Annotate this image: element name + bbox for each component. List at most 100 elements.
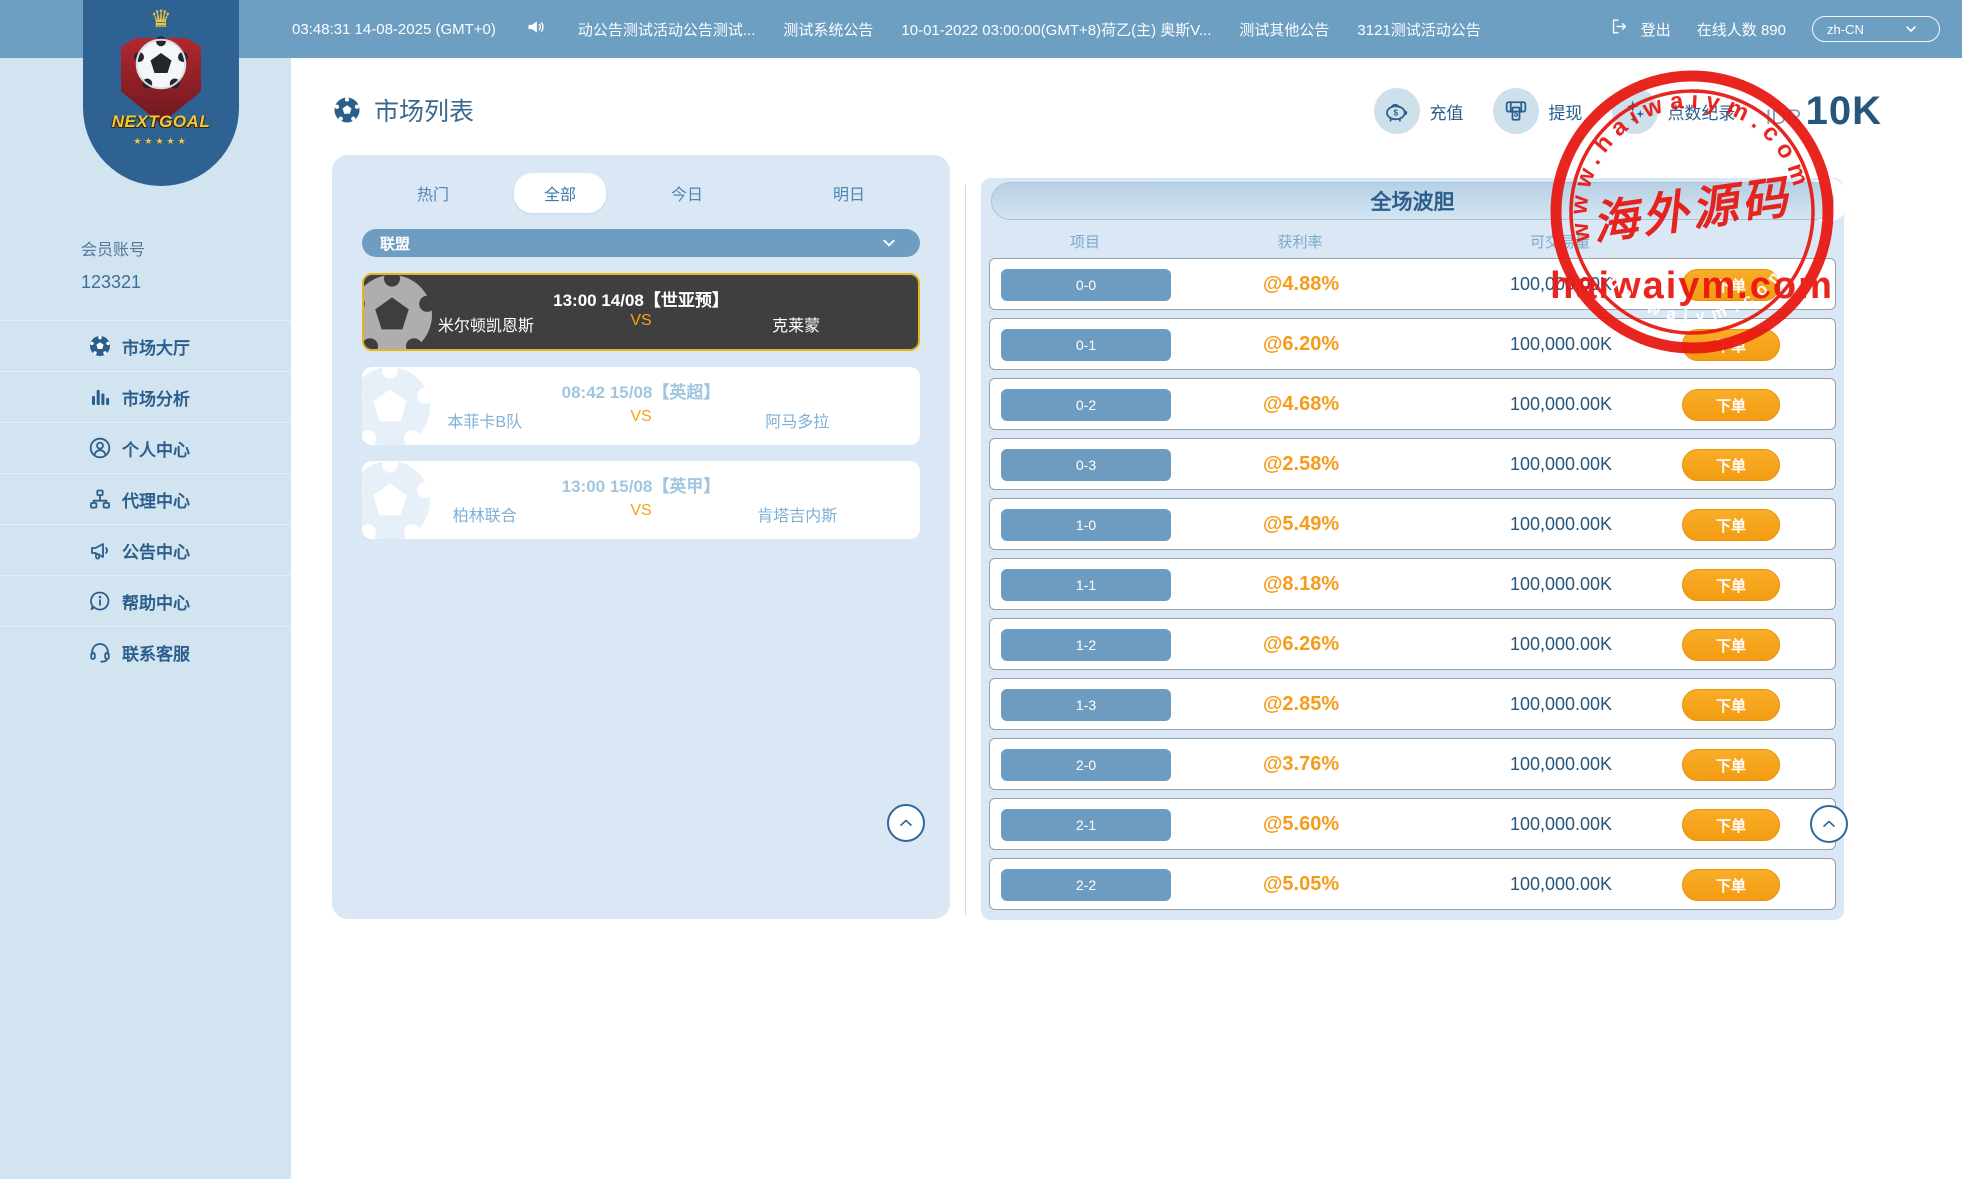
score-pill[interactable]: 1-3: [1001, 689, 1171, 721]
announcement-2[interactable]: 测试系统公告: [783, 19, 873, 40]
balance-amount: 10K: [1806, 89, 1882, 134]
tradable-amount: 100,000.00K: [1510, 634, 1612, 655]
scroll-top-button[interactable]: [1810, 805, 1848, 843]
sidebar-item-personal-center[interactable]: 个人中心: [0, 422, 291, 473]
announcement-3[interactable]: 10-01-2022 03:00:00(GMT+8)荷乙(主) 奥斯V...: [901, 19, 1211, 40]
chevron-down-icon: [882, 236, 906, 250]
odds-row: 1-2 @6.26% 100,000.00K 下单: [989, 618, 1836, 670]
withdraw-button[interactable]: $ 提现: [1493, 88, 1582, 134]
sidebar-item-announcement-center[interactable]: 公告中心: [0, 524, 291, 575]
sidebar-item-label: 联系客服: [122, 640, 190, 665]
sidebar-item-label: 代理中心: [122, 487, 190, 512]
sidebar-item-market-analysis[interactable]: 市场分析: [0, 371, 291, 422]
order-button[interactable]: 下单: [1682, 869, 1780, 901]
page-header: 市场列表 $ 充值 $ 提现 点数纪录 IDR 10K: [291, 84, 1962, 142]
tradable-amount: 100,000.00K: [1510, 514, 1612, 535]
tab-today[interactable]: 今日: [606, 173, 768, 213]
tradable-amount: 100,000.00K: [1510, 274, 1612, 295]
table-column-headers: 项目 获利率 可交易量: [981, 220, 1844, 258]
table-title: 全场波胆: [991, 182, 1834, 220]
withdraw-label: 提现: [1548, 99, 1582, 124]
order-button[interactable]: 下单: [1682, 629, 1780, 661]
match-tabs: 热门 全部 今日 明日: [332, 155, 950, 219]
logout-button[interactable]: 登出: [1610, 17, 1671, 41]
match-card-selected[interactable]: 13:00 14/08【世亚预】 米尔顿凯恩斯 VS 克莱蒙: [362, 273, 920, 351]
match-list-panel: 热门 全部 今日 明日 联盟 13:00 14/08【世亚预】 米尔顿凯恩斯 V…: [332, 155, 950, 919]
order-button[interactable]: 下单: [1682, 749, 1780, 781]
chevron-down-icon: [1905, 23, 1929, 35]
language-value: zh-CN: [1827, 22, 1864, 37]
announcement-5[interactable]: 3121测试活动公告: [1357, 19, 1481, 40]
odds-table-panel: 全场波胆 项目 获利率 可交易量 0-0 @4.88% 100,000.00K …: [981, 178, 1844, 920]
vs-label: VS: [608, 408, 675, 432]
scroll-top-button[interactable]: [887, 804, 925, 842]
column-profit-rate: 获利率: [1277, 231, 1322, 252]
tradable-amount: 100,000.00K: [1510, 454, 1612, 475]
column-item: 项目: [1070, 231, 1100, 252]
score-pill[interactable]: 1-0: [1001, 509, 1171, 541]
match-card[interactable]: 08:42 15/08【英超】 本菲卡B队 VS 阿马多拉: [362, 367, 920, 445]
page-title-text: 市场列表: [374, 92, 474, 128]
order-button[interactable]: 下单: [1682, 389, 1780, 421]
order-button[interactable]: 下单: [1682, 689, 1780, 721]
league-select[interactable]: 联盟: [362, 229, 920, 257]
score-pill[interactable]: 2-0: [1001, 749, 1171, 781]
logo-title: NEXTGOAL: [83, 112, 239, 132]
tab-tomorrow[interactable]: 明日: [768, 173, 930, 213]
score-pill[interactable]: 0-1: [1001, 329, 1171, 361]
atm-withdraw-icon: $: [1493, 88, 1539, 134]
account-label: 会员账号: [81, 236, 145, 260]
sidebar-item-customer-service[interactable]: 联系客服: [0, 626, 291, 677]
tab-hot[interactable]: 热门: [352, 173, 514, 213]
order-button[interactable]: 下单: [1682, 449, 1780, 481]
odds-row: 0-2 @4.68% 100,000.00K 下单: [989, 378, 1836, 430]
order-button[interactable]: 下单: [1682, 809, 1780, 841]
sidebar-item-label: 帮助中心: [122, 589, 190, 614]
odds-row: 1-3 @2.85% 100,000.00K 下单: [989, 678, 1836, 730]
points-record-label: 点数纪录: [1667, 99, 1735, 124]
tradable-amount: 100,000.00K: [1510, 754, 1612, 775]
profit-rate: @6.20%: [1263, 333, 1339, 356]
score-pill[interactable]: 1-1: [1001, 569, 1171, 601]
score-pill[interactable]: 1-2: [1001, 629, 1171, 661]
sidebar-item-agent-center[interactable]: 代理中心: [0, 473, 291, 524]
score-pill[interactable]: 2-1: [1001, 809, 1171, 841]
soccer-ball-icon: [88, 334, 112, 358]
profit-rate: @5.49%: [1263, 513, 1339, 536]
tradable-amount: 100,000.00K: [1510, 694, 1612, 715]
order-button[interactable]: 下单: [1682, 509, 1780, 541]
match-card[interactable]: 13:00 15/08【英甲】 柏林联合 VS 肯塔吉内斯: [362, 461, 920, 539]
sidebar-item-market-hall[interactable]: 市场大厅: [0, 320, 291, 371]
language-select[interactable]: zh-CN: [1812, 16, 1940, 42]
sidebar-item-help-center[interactable]: 帮助中心: [0, 575, 291, 626]
vs-label: VS: [608, 502, 675, 526]
tradable-amount: 100,000.00K: [1510, 334, 1612, 355]
announcement-1[interactable]: 动公告测试活动公告测试...: [578, 19, 756, 40]
profit-rate: @8.18%: [1263, 573, 1339, 596]
order-button[interactable]: 下单: [1682, 329, 1780, 361]
odds-row: 1-1 @8.18% 100,000.00K 下单: [989, 558, 1836, 610]
score-pill[interactable]: 2-2: [1001, 869, 1171, 901]
order-button[interactable]: 下单: [1682, 569, 1780, 601]
sidebar-item-label: 公告中心: [122, 538, 190, 563]
clock: 03:48:31 14-08-2025 (GMT+0): [292, 21, 496, 38]
sparkles-icon: [1612, 88, 1658, 134]
sidebar-item-label: 市场分析: [122, 385, 190, 410]
logo-stars: ★★★★★: [83, 136, 239, 147]
order-button[interactable]: 下单: [1682, 269, 1780, 301]
score-pill[interactable]: 0-3: [1001, 449, 1171, 481]
column-tradable: 可交易量: [1530, 231, 1590, 252]
tab-all[interactable]: 全部: [514, 173, 606, 213]
announcement-4[interactable]: 测试其他公告: [1239, 19, 1329, 40]
bar-chart-icon: [88, 385, 112, 409]
odds-row: 2-1 @5.60% 100,000.00K 下单: [989, 798, 1836, 850]
score-pill[interactable]: 0-0: [1001, 269, 1171, 301]
tradable-amount: 100,000.00K: [1510, 574, 1612, 595]
piggy-bank-icon: $: [1374, 88, 1420, 134]
points-record-button[interactable]: 点数纪录: [1612, 88, 1735, 134]
sidebar-item-label: 个人中心: [122, 436, 190, 461]
match-time: 13:00 14/08【世亚预】: [364, 286, 918, 311]
recharge-button[interactable]: $ 充值: [1374, 88, 1463, 134]
profit-rate: @6.26%: [1263, 633, 1339, 656]
score-pill[interactable]: 0-2: [1001, 389, 1171, 421]
